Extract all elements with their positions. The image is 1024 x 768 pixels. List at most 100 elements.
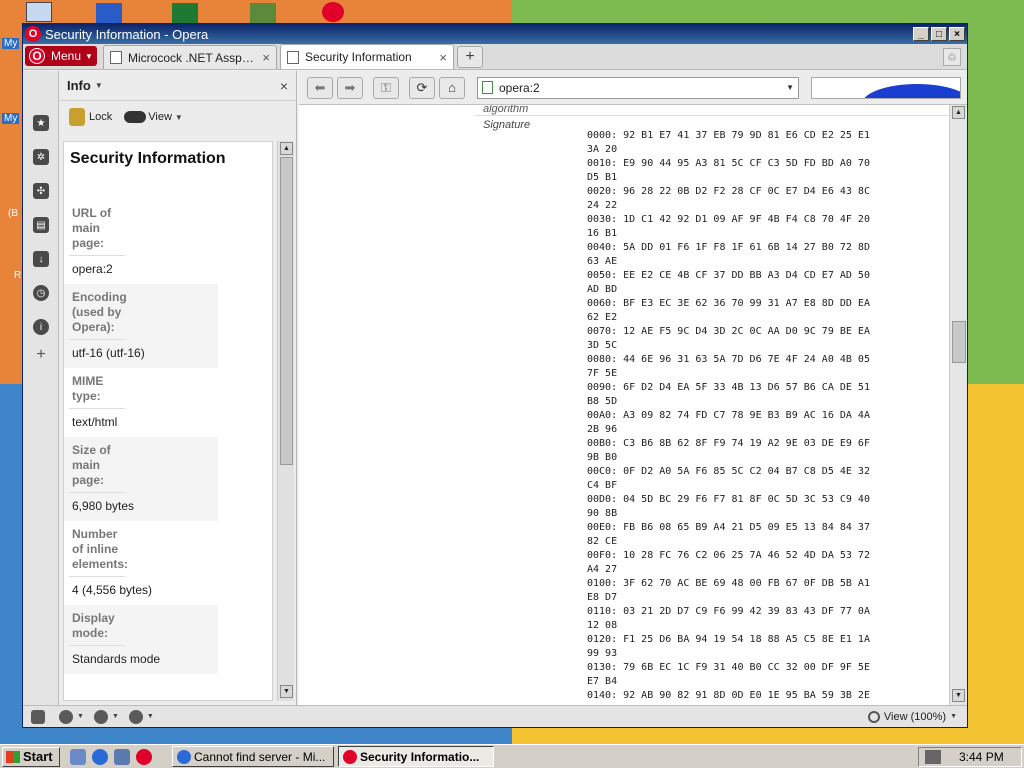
chevron-down-icon[interactable]: ▼ (950, 713, 957, 720)
hex-dump-line: 2B 96 (587, 424, 618, 435)
search-engine-logo (862, 83, 960, 98)
field-value: Standards mode (72, 652, 161, 666)
network-icon[interactable] (114, 748, 130, 765)
home-button[interactable]: ⌂ (439, 76, 465, 99)
tray-network-icon[interactable] (925, 749, 941, 764)
taskbar-item-security-information[interactable]: Security Informatio... (338, 746, 494, 767)
reload-button[interactable]: ⟳ (409, 76, 435, 99)
lock-icon[interactable] (69, 108, 85, 126)
hex-dump-line: 0090: 6F D2 D4 EA 5F 33 4B 13 D6 57 B6 C… (587, 382, 870, 393)
hex-dump-line: 0050: EE E2 CE 4B CF 37 DD BB A3 D4 CD E… (587, 270, 870, 281)
desktop-icon-computer[interactable] (26, 2, 52, 22)
view-button[interactable]: View (148, 111, 172, 123)
settings-icon[interactable]: ✲ (33, 149, 49, 165)
field-label: Encoding (used by Opera): (69, 284, 127, 340)
new-tab-button[interactable]: + (457, 46, 483, 68)
close-button[interactable]: × (949, 27, 965, 41)
chevron-down-icon[interactable]: ▼ (147, 713, 154, 720)
start-button[interactable]: Start (2, 746, 60, 767)
turbo-icon[interactable] (128, 709, 143, 724)
zoom-icon[interactable] (867, 710, 880, 723)
notes-icon[interactable]: ▤ (33, 217, 49, 233)
info-panel-header: Info ▼ × (59, 71, 296, 101)
window-title: Security Information - Opera (45, 26, 209, 42)
hex-dump-line: 0030: 1D C1 42 92 D1 09 AF 9F 4B F4 C8 7… (587, 214, 870, 225)
page-content: algorithm Signature 0000: 92 B1 E7 41 37… (299, 105, 949, 705)
tab-close-button[interactable]: × (439, 50, 447, 65)
chevron-down-icon[interactable]: ▼ (175, 113, 183, 122)
opera-icon[interactable] (136, 748, 152, 765)
content-scrollbar[interactable]: ▲ ▼ (949, 105, 967, 705)
tab-bar: O Menu ▼ Microcock .NET Assport: ... × S… (23, 44, 967, 70)
info-panel-title[interactable]: Info (67, 78, 91, 93)
downloads-icon[interactable]: ↓ (33, 251, 49, 267)
zoom-level[interactable]: View (100%) (884, 711, 946, 723)
hex-dump-line: 00C0: 0F D2 A0 5A F6 85 5C C2 04 B7 C8 D… (587, 466, 870, 477)
lock-button[interactable]: Lock (89, 111, 112, 123)
maximize-button[interactable]: □ (931, 27, 947, 41)
internet-explorer-icon[interactable] (92, 748, 108, 765)
desktop-icon-clock[interactable] (250, 3, 276, 23)
widgets-icon[interactable]: ✣ (33, 183, 49, 199)
field-value: 6,980 bytes (72, 499, 135, 513)
scroll-up-arrow[interactable]: ▲ (280, 142, 293, 155)
address-bar[interactable]: opera:2 ▼ (477, 76, 799, 99)
hex-dump-line: 24 22 (587, 200, 618, 211)
info-icon[interactable]: i (33, 319, 49, 335)
taskbar-item-cannot-find-server[interactable]: Cannot find server - Mi... (172, 746, 334, 767)
hex-dump-line: 3A 20 (587, 144, 618, 155)
tab-security-information[interactable]: Security Information × (280, 44, 454, 69)
search-field[interactable] (811, 76, 961, 99)
binoculars-icon[interactable] (124, 111, 147, 123)
hex-dump-line: 0040: 5A DD 01 F6 1F F8 1F 61 6B 14 27 B… (587, 242, 870, 253)
hex-dump-line: E8 D7 (587, 592, 618, 603)
scroll-down-arrow[interactable]: ▼ (280, 685, 293, 698)
scroll-up-arrow[interactable]: ▲ (952, 106, 965, 119)
hex-dump-line: 82 CE (587, 536, 618, 547)
chevron-down-icon[interactable]: ▼ (786, 83, 794, 92)
chevron-down-icon[interactable]: ▼ (112, 713, 119, 720)
tab-label: Security Information (305, 50, 412, 64)
trash-icon[interactable]: ♲ (943, 48, 961, 66)
minimize-button[interactable]: _ (913, 27, 929, 41)
add-panel-icon[interactable]: + (33, 346, 49, 363)
chevron-down-icon[interactable]: ▼ (95, 81, 103, 90)
title-bar[interactable]: O Security Information - Opera _ □ × (23, 24, 967, 44)
hex-dump-line: 0110: 03 21 2D D7 C9 F6 99 42 39 83 43 D… (587, 606, 870, 617)
back-button[interactable]: ⬅ (307, 76, 333, 99)
info-field: URL of main page: opera:2 (64, 200, 272, 284)
chevron-down-icon: ▼ (85, 51, 93, 61)
panel-close-button[interactable]: × (280, 78, 288, 94)
opera-logo-icon: O (25, 26, 41, 42)
hex-dump-line: A4 27 (587, 564, 618, 575)
scrollbar-thumb[interactable] (952, 321, 966, 363)
bookmarks-icon[interactable]: ★ (33, 115, 49, 131)
field-value: 4 (4,556 bytes) (72, 583, 153, 597)
panel-scrollbar[interactable]: ▲ ▼ (277, 141, 294, 701)
address-text[interactable]: opera:2 (499, 81, 786, 95)
scrollbar-thumb[interactable] (280, 157, 293, 465)
opera-logo-icon: O (29, 48, 45, 64)
sync-icon[interactable] (59, 709, 73, 724)
panel-selector-strip: ★ ✲ ✣ ▤ ↓ ◷ i + (23, 71, 59, 705)
tab-close-button[interactable]: × (262, 50, 270, 65)
signature-label: Signature (483, 119, 531, 131)
hex-dump-line: 0130: 79 6B EC 1C F9 31 40 B0 CC 32 00 D… (587, 662, 870, 673)
show-desktop-icon[interactable] (70, 748, 86, 765)
desktop-icon-outlook[interactable] (96, 3, 122, 23)
key-icon[interactable]: ⚿ (373, 76, 399, 99)
clock[interactable]: 3:44 PM (959, 750, 1004, 764)
desktop-icon-excel[interactable] (172, 3, 198, 23)
tab-microcock[interactable]: Microcock .NET Assport: ... × (103, 45, 277, 69)
opera-menu-button[interactable]: O Menu ▼ (25, 46, 97, 66)
history-icon[interactable]: ◷ (33, 285, 49, 301)
desktop-icon-opera[interactable] (322, 2, 344, 22)
scroll-down-arrow[interactable]: ▼ (952, 689, 965, 702)
chevron-down-icon[interactable]: ▼ (77, 713, 84, 720)
unite-icon[interactable] (93, 709, 108, 724)
panel-toggle-icon[interactable] (31, 709, 45, 724)
field-label: MIME type: (69, 368, 125, 409)
forward-button[interactable]: ➡ (337, 76, 363, 99)
hex-dump-line: 00F0: 10 28 FC 76 C2 06 25 7A 46 52 4D D… (587, 550, 870, 561)
field-label: Number of inline elements: (69, 521, 128, 577)
